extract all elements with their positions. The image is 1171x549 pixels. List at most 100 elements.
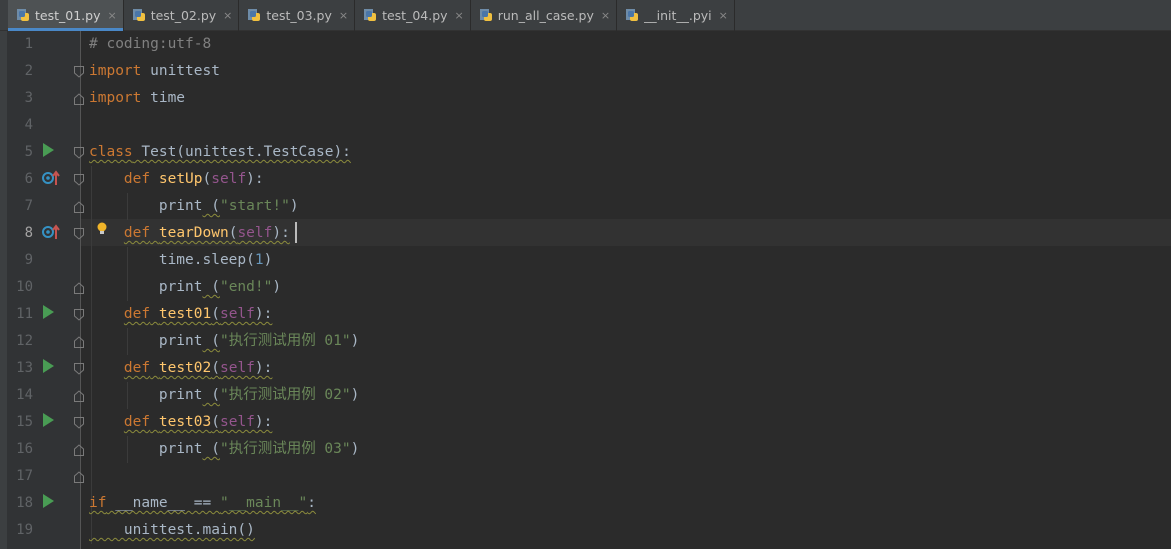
code-line-15: def test03(self):	[89, 409, 272, 436]
punctuation: (	[211, 306, 220, 322]
run-triangle-icon[interactable]	[43, 305, 54, 319]
tab-label: __init__.pyi	[644, 8, 712, 23]
function-name: tearDown	[158, 225, 229, 241]
tab-test-02[interactable]: test_02.py ×	[124, 0, 240, 31]
python-file-icon	[363, 8, 378, 23]
code-line-5: class Test(unittest.TestCase):	[89, 139, 351, 166]
module-name: unittest	[141, 63, 220, 79]
code-line-3: import time	[89, 85, 185, 112]
builtin-print: print	[158, 279, 203, 295]
code-line-11: def test01(self):	[89, 301, 272, 328]
code-line-9: time.sleep(1)	[89, 247, 273, 274]
punctuation: (	[202, 333, 220, 349]
call-expression: time.sleep(	[158, 252, 255, 268]
code-line-2: import unittest	[89, 58, 220, 85]
tab-label: test_02.py	[150, 8, 217, 23]
run-triangle-icon[interactable]	[43, 413, 54, 427]
code-line-12: print ("执行测试用例 01")	[89, 328, 360, 355]
dunder-name: __name__ ==	[106, 495, 220, 511]
line-number: 4	[24, 117, 33, 133]
python-stub-file-icon	[625, 8, 640, 23]
function-name: setUp	[158, 171, 203, 187]
tab-init-pyi[interactable]: __init__.pyi ×	[617, 0, 735, 31]
punctuation: )	[350, 387, 360, 403]
string-literal: "__main__"	[219, 495, 308, 511]
keyword: class	[89, 144, 133, 160]
code-line-8: def tearDown(self):	[89, 220, 290, 247]
overriding-method-icon[interactable]	[42, 224, 60, 240]
line-number: 11	[16, 306, 33, 322]
text-caret	[295, 222, 297, 243]
line-number: 19	[16, 522, 33, 538]
punctuation: (	[202, 279, 220, 295]
line-number: 18	[16, 495, 33, 511]
builtin-print: print	[158, 198, 203, 214]
comment: # coding:utf-8	[89, 36, 212, 52]
self-param: self	[219, 360, 255, 376]
run-triangle-icon[interactable]	[43, 143, 54, 157]
punctuation: )	[272, 279, 282, 295]
tab-test-01[interactable]: test_01.py ×	[8, 0, 124, 31]
tab-label: test_01.py	[35, 8, 101, 23]
close-icon[interactable]: ×	[719, 9, 728, 22]
builtin-print: print	[158, 387, 203, 403]
close-icon[interactable]: ×	[455, 9, 464, 22]
call-expression: unittest.main()	[123, 522, 255, 538]
number-literal: 1	[254, 252, 264, 268]
keyword: def	[123, 360, 151, 376]
keyword: import	[89, 90, 142, 106]
code-line-13: def test02(self):	[89, 355, 272, 382]
line-number: 9	[24, 252, 33, 268]
python-file-icon	[132, 8, 147, 23]
line-number: 14	[16, 387, 33, 403]
code-line-7: print ("start!")	[89, 193, 299, 220]
line-number: 13	[16, 360, 33, 376]
keyword: if	[89, 495, 107, 511]
close-icon[interactable]: ×	[107, 9, 116, 22]
line-number: 1	[24, 36, 33, 52]
close-icon[interactable]: ×	[601, 9, 610, 22]
string-literal: "start!"	[219, 198, 290, 214]
code-line-14: print ("执行测试用例 02")	[89, 382, 360, 409]
tab-run-all-case[interactable]: run_all_case.py ×	[471, 0, 618, 31]
line-number: 5	[24, 144, 33, 160]
tab-test-04[interactable]: test_04.py ×	[355, 0, 471, 31]
python-file-icon	[479, 8, 494, 23]
run-triangle-icon[interactable]	[43, 359, 54, 373]
line-number: 15	[16, 414, 33, 430]
string-literal: "执行测试用例 01"	[219, 333, 351, 349]
code-line-1: # coding:utf-8	[89, 31, 211, 58]
tab-label: test_03.py	[266, 8, 332, 23]
line-number: 10	[16, 279, 33, 295]
self-param: self	[237, 225, 273, 241]
module-name: time	[141, 90, 186, 106]
line-number: 6	[24, 171, 33, 187]
line-number: 17	[16, 468, 33, 484]
punctuation: (	[211, 360, 220, 376]
tab-test-03[interactable]: test_03.py ×	[239, 0, 356, 31]
punctuation: )	[289, 198, 299, 214]
tab-label: test_04.py	[382, 8, 448, 23]
punctuation: ):	[272, 225, 290, 241]
project-tool-strip[interactable]	[0, 31, 7, 549]
editor-tab-bar: test_01.py × test_02.py × test_03.py × t…	[0, 0, 1171, 31]
function-name: test02	[158, 360, 212, 376]
line-number: 16	[16, 441, 33, 457]
keyword: def	[123, 171, 151, 187]
punctuation: (	[202, 387, 220, 403]
keyword: def	[123, 306, 151, 322]
overriding-method-icon[interactable]	[42, 170, 60, 186]
punctuation: :	[307, 495, 317, 511]
punctuation: )	[263, 252, 273, 268]
punctuation: ):	[254, 306, 273, 322]
python-file-icon	[16, 8, 31, 23]
punctuation: )	[350, 441, 360, 457]
string-literal: "end!"	[219, 279, 273, 295]
punctuation: (	[202, 441, 220, 457]
class-declaration: Test(unittest.TestCase):	[132, 144, 351, 160]
run-triangle-icon[interactable]	[43, 494, 54, 508]
python-file-icon	[247, 8, 262, 23]
line-number: 12	[16, 333, 33, 349]
close-icon[interactable]: ×	[223, 9, 232, 22]
close-icon[interactable]: ×	[339, 9, 348, 22]
